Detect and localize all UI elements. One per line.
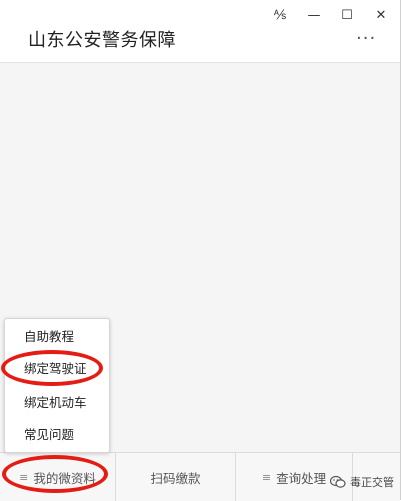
watermark: 毒正交管 bbox=[330, 471, 396, 493]
minimize-button[interactable]: — bbox=[299, 4, 329, 26]
tab-label: 扫码缴款 bbox=[150, 470, 201, 486]
tab-label: 我的微资料 bbox=[33, 470, 96, 486]
app-window: ⅍ — ☐ ✕ 山东公安警务保障 ··· ≡ 我的微资料 扫码缴款 ≡ 查询处理… bbox=[0, 0, 401, 501]
more-options-icon[interactable]: ··· bbox=[356, 30, 376, 48]
tab-my-profile[interactable]: ≡ 我的微资料 bbox=[0, 453, 115, 501]
menu-item-bind-license[interactable]: 绑定驾驶证 bbox=[5, 355, 109, 383]
wechat-icon bbox=[330, 475, 346, 488]
menu-item-faq[interactable]: 常见问题 bbox=[5, 421, 109, 449]
pin-icon[interactable]: ⅍ bbox=[265, 4, 295, 26]
tab-scan-pay[interactable]: 扫码缴款 bbox=[116, 453, 235, 501]
close-button[interactable]: ✕ bbox=[366, 4, 396, 26]
watermark-text: 毒正交管 bbox=[350, 476, 394, 489]
popup-menu: 自助教程 绑定驾驶证 绑定机动车 常见问题 bbox=[4, 318, 110, 453]
tab-label: 查询处理 bbox=[276, 470, 327, 486]
menu-icon: ≡ bbox=[19, 470, 29, 484]
menu-item-tutorial[interactable]: 自助教程 bbox=[5, 323, 109, 351]
menu-icon: ≡ bbox=[261, 470, 272, 484]
maximize-button[interactable]: ☐ bbox=[332, 4, 362, 26]
window-title: 山东公安警务保障 bbox=[28, 30, 176, 51]
title-bar: ⅍ — ☐ ✕ 山东公安警务保障 ··· bbox=[0, 0, 400, 63]
menu-item-bind-vehicle[interactable]: 绑定机动车 bbox=[5, 389, 109, 417]
